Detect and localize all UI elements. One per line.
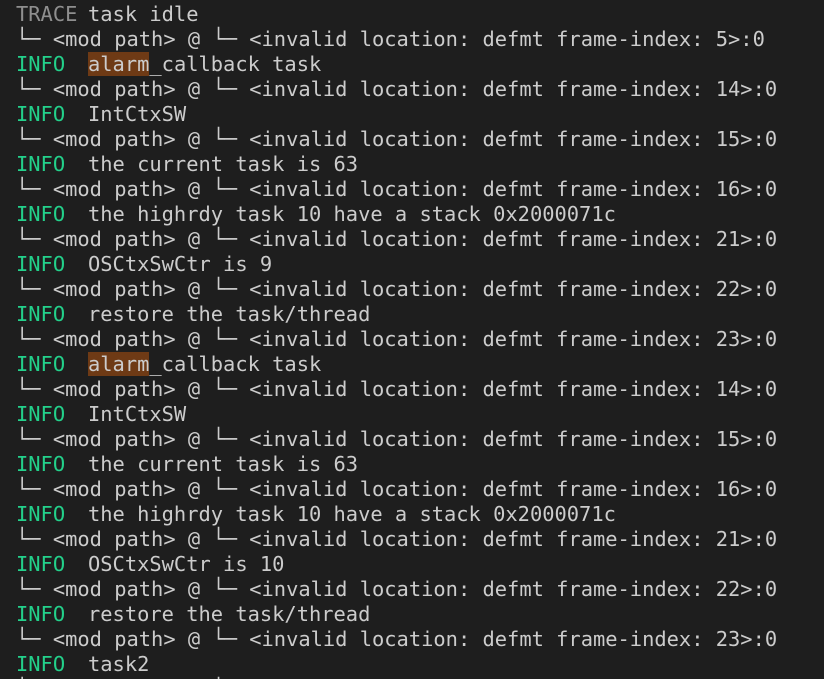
log-message-text: OSCtxSwCtr is 10 xyxy=(88,552,285,576)
log-message-line: INFO OSCtxSwCtr is 9 xyxy=(16,252,777,277)
log-message-line: INFO restore the task/thread xyxy=(16,302,777,327)
log-message-text: task2 xyxy=(88,652,150,676)
log-location-line: └─ <mod path> @ └─ <invalid location: de… xyxy=(16,227,777,252)
log-message-line: INFO OSCtxSwCtr is 10 xyxy=(16,552,777,577)
log-location-text: └─ <mod path> @ └─ <invalid location: de… xyxy=(16,227,778,251)
log-level-label: INFO xyxy=(16,252,66,276)
log-location-line: └─ <mod path> @ └─ <invalid location: de… xyxy=(16,527,777,552)
log-location-line: └─ <mod path> @ └─ <invalid location: de… xyxy=(16,177,777,202)
log-location-line: └─ <mod path> @ └─ <invalid location: de… xyxy=(16,477,777,502)
log-message-line: INFO the current task is 63 xyxy=(16,452,777,477)
log-location-text: └─ <mod path> @ └─ <invalid location: de… xyxy=(16,627,778,651)
log-location-text: └─ <mod path> @ └─ <invalid location: de… xyxy=(16,577,778,601)
log-level-label: INFO xyxy=(16,352,66,376)
log-message-text: the highrdy task 10 have a stack 0x20000… xyxy=(88,202,616,226)
log-location-line: └─ <mod path> @ └─ <invalid location: de… xyxy=(16,627,777,652)
log-level-label: INFO xyxy=(16,402,66,426)
log-message-text: _callback task xyxy=(149,352,322,376)
log-message-text: task idle xyxy=(88,2,199,26)
log-location-text: └─ <mod path> @ └─ <invalid location: de… xyxy=(16,477,778,501)
log-message-line: INFO alarm_callback task xyxy=(16,52,777,77)
log-message-text: the highrdy task 10 have a stack 0x20000… xyxy=(88,502,616,526)
log-level-label: INFO xyxy=(16,452,66,476)
log-message-line: INFO restore the task/thread xyxy=(16,602,777,627)
log-message-line: INFO task2 xyxy=(16,652,777,677)
log-level-label: INFO xyxy=(16,552,66,576)
log-level-label: INFO xyxy=(16,152,66,176)
log-message-line: INFO the highrdy task 10 have a stack 0x2… xyxy=(16,202,777,227)
log-location-line: └─ <mod path> @ └─ <invalid location: de… xyxy=(16,77,777,102)
log-message-text: the current task is 63 xyxy=(88,452,359,476)
log-level-label: TRACE xyxy=(16,2,78,26)
log-message-line: INFO the current task is 63 xyxy=(16,152,777,177)
log-location-text: └─ <mod path> @ └─ <invalid location: de… xyxy=(16,377,778,401)
log-level-label: INFO xyxy=(16,502,66,526)
log-message-text: IntCtxSW xyxy=(88,402,187,426)
log-message-text: the current task is 63 xyxy=(88,152,359,176)
log-message-line: INFO IntCtxSW xyxy=(16,402,777,427)
log-message-text: restore the task/thread xyxy=(88,602,371,626)
log-level-label: INFO xyxy=(16,602,66,626)
search-match-highlight: alarm xyxy=(88,52,150,76)
log-location-line: └─ <mod path> @ └─ <invalid location: de… xyxy=(16,377,777,402)
log-level-label: INFO xyxy=(16,52,66,76)
log-location-line: └─ <mod path> @ └─ <invalid location: de… xyxy=(16,427,777,452)
log-message-line: INFO alarm_callback task xyxy=(16,352,777,377)
log-message-text: OSCtxSwCtr is 9 xyxy=(88,252,273,276)
log-location-line: └─ <mod path> @ └─ <invalid location: de… xyxy=(16,27,777,52)
log-message-line: INFO IntCtxSW xyxy=(16,102,777,127)
log-location-text: └─ <mod path> @ └─ <invalid location: de… xyxy=(16,77,778,101)
log-location-line: └─ <mod path> @ └─ <invalid location: de… xyxy=(16,577,777,602)
log-message-line: TRACE task idle xyxy=(16,2,777,27)
log-message-line: INFO the highrdy task 10 have a stack 0x2… xyxy=(16,502,777,527)
log-location-line: └─ <mod path> @ └─ <invalid location: de… xyxy=(16,277,777,302)
log-location-line: └─ <mod path> @ └─ <invalid location: de… xyxy=(16,127,777,152)
log-level-label: INFO xyxy=(16,102,66,126)
search-match-highlight: alarm xyxy=(88,352,150,376)
log-level-label: INFO xyxy=(16,202,66,226)
log-lines: TRACE task idle └─ <mod path> @ └─ <invali… xyxy=(16,2,777,679)
terminal-output[interactable]: TRACE task idle └─ <mod path> @ └─ <invali… xyxy=(0,0,824,679)
log-message-text: restore the task/thread xyxy=(88,302,371,326)
log-location-line: └─ <mod path> @ └─ <invalid location: de… xyxy=(16,327,777,352)
log-location-text: └─ <mod path> @ └─ <invalid location: de… xyxy=(16,277,778,301)
log-location-text: └─ <mod path> @ └─ <invalid location: de… xyxy=(16,127,778,151)
log-location-text: └─ <mod path> @ └─ <invalid location: de… xyxy=(16,327,778,351)
log-message-text: _callback task xyxy=(149,52,322,76)
log-location-text: └─ <mod path> @ └─ <invalid location: de… xyxy=(16,177,778,201)
log-level-label: INFO xyxy=(16,652,66,676)
log-location-text: └─ <mod path> @ └─ <invalid location: de… xyxy=(16,427,778,451)
log-location-text: └─ <mod path> @ └─ <invalid location: de… xyxy=(16,527,778,551)
log-message-text: IntCtxSW xyxy=(88,102,187,126)
log-level-label: INFO xyxy=(16,302,66,326)
log-location-text: └─ <mod path> @ └─ <invalid location: de… xyxy=(16,27,765,51)
